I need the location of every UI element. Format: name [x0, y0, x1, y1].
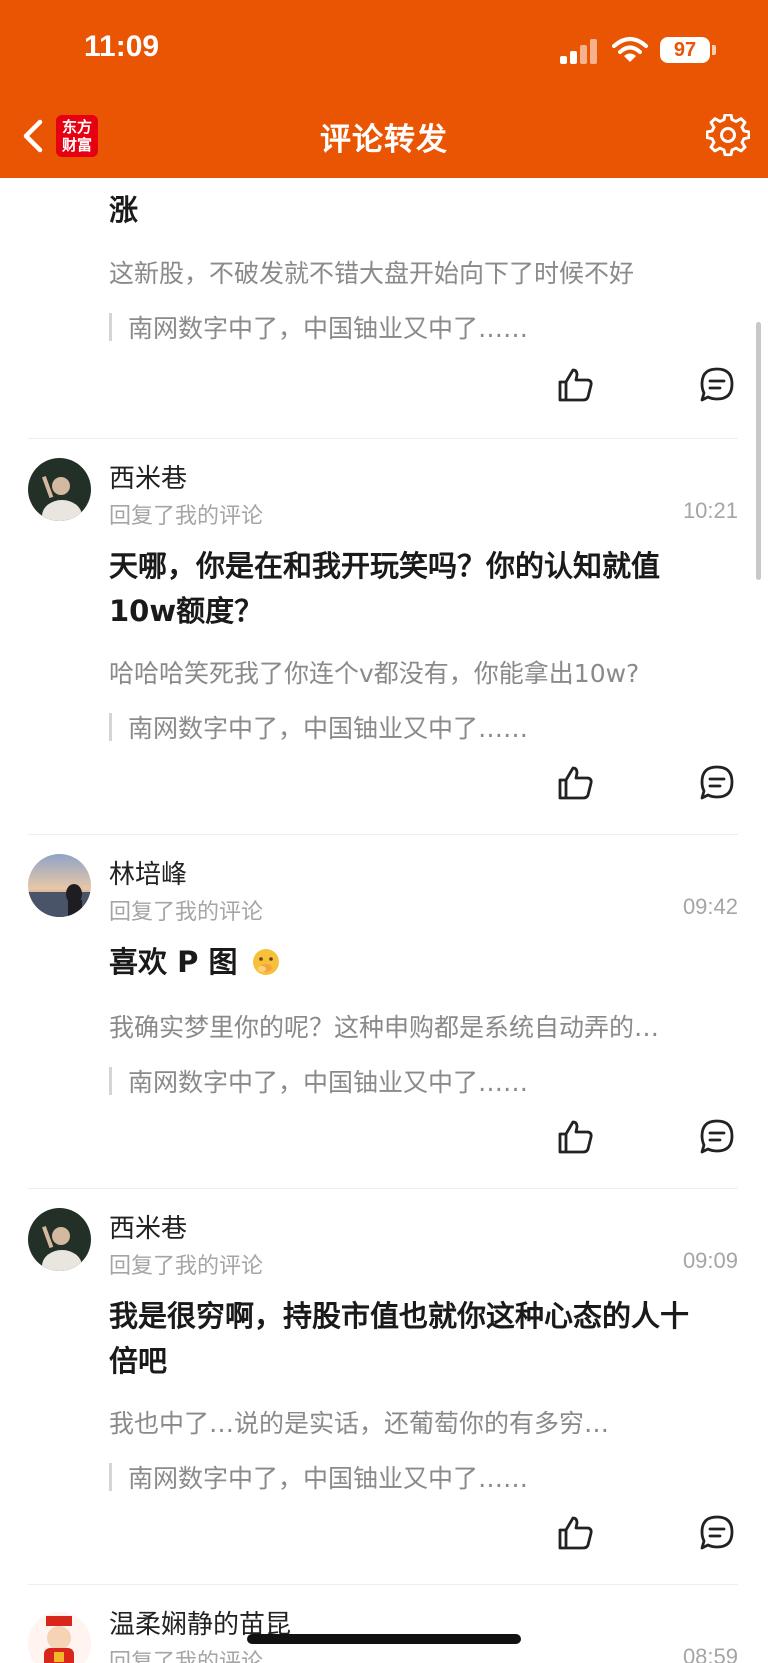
comment-icon[interactable] — [698, 1514, 736, 1552]
list-item[interactable]: 西米巷 回复了我的评论 10:21 天哪，你是在和我开玩笑吗？你的认知就值10w… — [28, 458, 738, 818]
smirk-emoji-icon — [252, 949, 279, 975]
comment-text: 喜欢 P 图 — [109, 940, 280, 985]
reply-text: 这新股，不破发就不错大盘开始向下了时候不好 — [109, 259, 635, 288]
user-name[interactable]: 西米巷 — [109, 458, 187, 495]
list-item[interactable]: 林培峰 回复了我的评论 09:42 喜欢 P 图 我确实梦里你的呢？这种申购都是… — [28, 854, 738, 1174]
divider — [28, 1584, 738, 1585]
battery-tip — [712, 45, 716, 55]
activity-label: 回复了我的评论 — [109, 1254, 264, 1279]
thumbs-up-icon[interactable] — [556, 366, 594, 404]
quoted-post[interactable]: 南网数字中了，中国铀业又中了…… — [128, 1063, 528, 1099]
thumbs-up-icon[interactable] — [556, 764, 594, 802]
thumbs-up-icon[interactable] — [556, 1514, 594, 1552]
timestamp: 09:09 — [682, 1248, 738, 1273]
comment-icon[interactable] — [698, 366, 736, 404]
divider — [28, 834, 738, 835]
quote-bar — [109, 313, 112, 341]
activity-label: 回复了我的评论 — [109, 900, 264, 925]
thumbs-up-icon[interactable] — [556, 1118, 594, 1156]
activity-label: 回复了我的评论 — [109, 504, 264, 529]
status-time: 11:09 — [84, 30, 160, 63]
reply-text: 我也中了…说的是实话，还葡萄你的有多穷… — [109, 1409, 610, 1438]
quoted-post[interactable]: 南网数字中了，中国铀业又中了…… — [128, 1459, 528, 1495]
comment-text-content: 喜欢 P 图 — [109, 945, 238, 979]
timestamp: 09:42 — [682, 894, 738, 919]
avatar[interactable] — [28, 458, 91, 521]
timestamp: 10:21 — [682, 498, 738, 523]
cellular-signal-icon — [560, 38, 600, 64]
user-name[interactable]: 林培峰 — [109, 854, 187, 891]
comment-text: 涨 — [109, 193, 139, 227]
comment-icon[interactable] — [698, 1118, 736, 1156]
divider — [28, 438, 738, 439]
scrollbar[interactable] — [756, 322, 761, 580]
divider — [28, 1188, 738, 1189]
avatar[interactable] — [28, 1208, 91, 1271]
quoted-post[interactable]: 南网数字中了，中国铀业又中了…… — [128, 309, 528, 345]
list-item[interactable]: 涨 这新股，不破发就不错大盘开始向下了时候不好 南网数字中了，中国铀业又中了…… — [28, 178, 738, 438]
comment-text: 我是很穷啊，持股市值也就你这种心态的人十倍吧 — [109, 1299, 690, 1378]
quote-bar — [109, 1067, 112, 1095]
quoted-post[interactable]: 南网数字中了，中国铀业又中了…… — [128, 709, 528, 745]
battery-indicator: 97 — [660, 37, 710, 63]
wifi-icon — [612, 37, 648, 62]
reply-text: 哈哈哈笑死我了你连个v都没有，你能拿出10w? — [109, 659, 640, 688]
comment-icon[interactable] — [698, 764, 736, 802]
avatar[interactable] — [28, 1612, 91, 1663]
timestamp: 08:59 — [682, 1644, 738, 1663]
activity-label: 回复了我的评论 — [109, 1650, 264, 1663]
quote-bar — [109, 1463, 112, 1491]
reply-text: 我确实梦里你的呢？这种申购都是系统自动弄的… — [109, 1013, 660, 1042]
user-name[interactable]: 西米巷 — [109, 1208, 187, 1245]
page-title: 评论转发 — [320, 122, 448, 158]
quote-bar — [109, 713, 112, 741]
header-bar: 11:09 97 东方 财富 评论转发 — [0, 0, 768, 178]
gear-icon[interactable] — [706, 114, 750, 158]
comment-text: 天哪，你是在和我开玩笑吗？你的认知就值10w额度？ — [109, 549, 661, 628]
avatar[interactable] — [28, 854, 91, 917]
home-indicator[interactable] — [247, 1634, 521, 1644]
list-item[interactable]: 西米巷 回复了我的评论 09:09 我是很穷啊，持股市值也就你这种心态的人十倍吧… — [28, 1208, 738, 1568]
